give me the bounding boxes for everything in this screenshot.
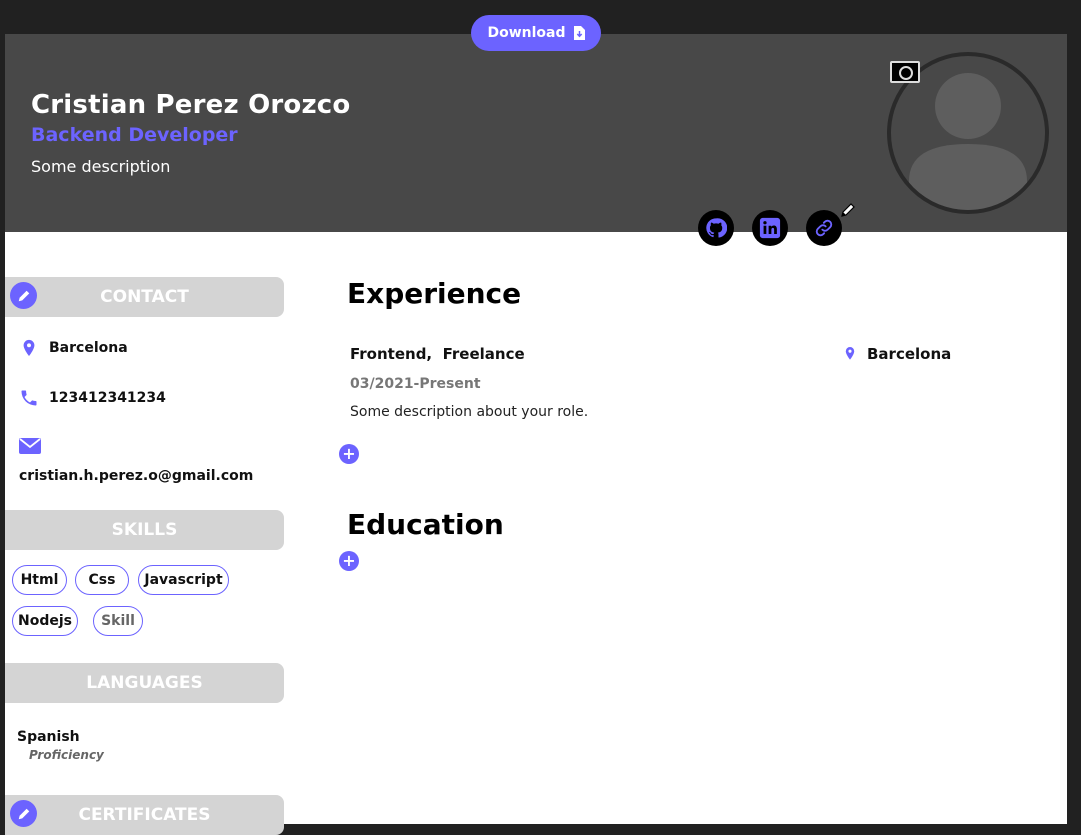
skill-label: Javascript <box>144 572 223 588</box>
phone-icon <box>21 390 37 406</box>
contact-email-text: cristian.h.perez.o@gmail.com <box>19 468 254 484</box>
skill-placeholder: Skill <box>101 613 135 629</box>
camera-icon[interactable] <box>890 61 920 83</box>
add-education-button[interactable]: + <box>339 551 359 571</box>
contact-location[interactable]: Barcelona <box>19 339 128 357</box>
skill-chip[interactable]: Css <box>75 565 129 595</box>
skills-section-header: SKILLS <box>5 510 284 550</box>
person-description[interactable]: Some description <box>31 157 170 176</box>
language-level[interactable]: Proficiency <box>29 748 104 762</box>
person-name[interactable]: Cristian Perez Orozco <box>31 90 350 120</box>
experience-item-title[interactable]: Frontend, Freelance <box>350 345 525 363</box>
skills-title: SKILLS <box>111 520 178 540</box>
skill-chip[interactable]: Nodejs <box>12 606 78 636</box>
plus-icon: + <box>342 444 356 463</box>
add-skill-input[interactable]: Skill <box>93 606 143 636</box>
pencil-icon[interactable] <box>10 800 37 827</box>
skill-label: Html <box>20 572 59 588</box>
envelope-icon <box>19 438 51 454</box>
download-button[interactable]: Download <box>471 15 601 51</box>
skill-chip[interactable]: Html <box>12 565 67 595</box>
contact-email[interactable]: cristian.h.perez.o@gmail.com <box>19 468 253 484</box>
experience-description[interactable]: Some description about your role. <box>350 404 588 420</box>
experience-role: Frontend, <box>350 345 433 363</box>
resume-page: Cristian Perez Orozco Backend Developer … <box>5 34 1067 835</box>
pencil-icon[interactable] <box>10 282 37 309</box>
add-experience-button[interactable]: + <box>339 444 359 464</box>
certificates-title: CERTIFICATES <box>78 805 211 825</box>
skill-label: Nodejs <box>18 613 72 629</box>
resume-header: Cristian Perez Orozco Backend Developer … <box>5 34 1067 246</box>
education-heading: Education <box>347 508 504 541</box>
location-pin-icon <box>23 339 35 357</box>
link-icon[interactable] <box>806 210 842 246</box>
location-pin-icon <box>845 347 855 360</box>
contact-section-header: CONTACT <box>5 277 284 317</box>
certificates-section-header: CERTIFICATES <box>5 795 284 835</box>
download-icon <box>573 26 585 40</box>
language-name[interactable]: Spanish <box>17 729 80 745</box>
skill-chip[interactable]: Javascript <box>138 565 229 595</box>
languages-title: LANGUAGES <box>86 673 203 693</box>
linkedin-icon[interactable] <box>752 210 788 246</box>
contact-title: CONTACT <box>100 287 189 307</box>
download-label: Download <box>487 25 566 41</box>
contact-location-text: Barcelona <box>49 340 128 356</box>
skill-label: Css <box>88 572 116 588</box>
experience-location[interactable]: Barcelona <box>843 345 951 363</box>
github-icon[interactable] <box>698 210 734 246</box>
experience-company: Freelance <box>442 345 525 363</box>
languages-section-header: LANGUAGES <box>5 663 284 703</box>
contact-phone[interactable]: 123412341234 <box>19 388 166 408</box>
plus-icon: + <box>342 551 356 570</box>
contact-phone-text: 123412341234 <box>49 390 166 406</box>
experience-dates[interactable]: 03/2021-Present <box>350 376 481 392</box>
person-role[interactable]: Backend Developer <box>31 124 238 146</box>
experience-location-text: Barcelona <box>867 345 952 363</box>
experience-heading: Experience <box>347 277 522 310</box>
pencil-icon[interactable] <box>840 202 856 222</box>
